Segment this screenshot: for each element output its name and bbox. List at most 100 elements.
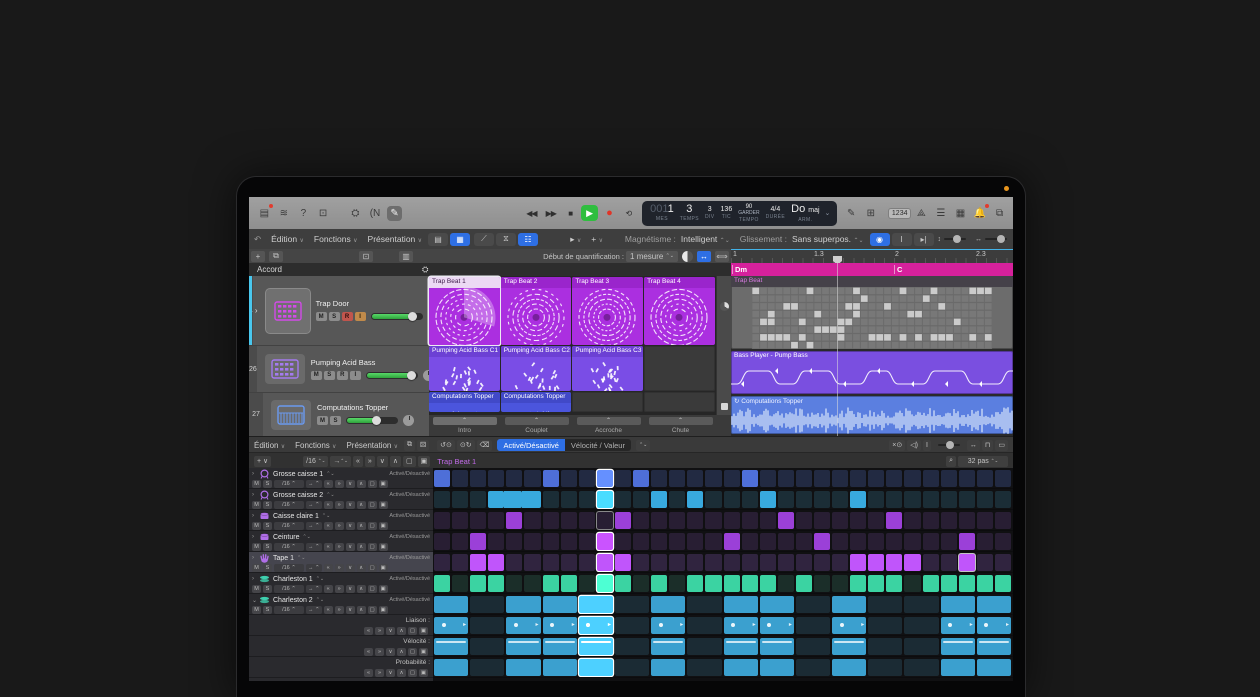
track-button-m[interactable]: M bbox=[317, 416, 328, 425]
step-cell[interactable] bbox=[705, 512, 721, 529]
step-cell[interactable] bbox=[597, 533, 613, 550]
subrow-button[interactable]: ▣ bbox=[419, 648, 428, 656]
row-stepper-icon[interactable]: ⌃⌄ bbox=[297, 555, 305, 561]
step-cell[interactable] bbox=[760, 512, 776, 529]
step-cell[interactable] bbox=[470, 512, 486, 529]
step-cell[interactable] bbox=[687, 638, 721, 655]
step-cell[interactable] bbox=[977, 533, 993, 550]
metronome-icon[interactable]: ⟁ bbox=[913, 206, 929, 221]
row-stepper-icon[interactable]: ⌃⌄ bbox=[322, 513, 330, 519]
step-cell[interactable] bbox=[705, 575, 721, 592]
step-cell[interactable] bbox=[941, 470, 957, 487]
step-cell[interactable] bbox=[651, 596, 685, 613]
step-cell[interactable] bbox=[904, 575, 920, 592]
increment-icon[interactable]: ∧ bbox=[357, 480, 366, 488]
step-cell[interactable] bbox=[724, 512, 740, 529]
step-cell[interactable] bbox=[561, 491, 577, 508]
step-cell[interactable] bbox=[615, 512, 631, 529]
step-cell[interactable] bbox=[434, 575, 450, 592]
step-cell[interactable] bbox=[796, 638, 830, 655]
loop-cell[interactable]: Pumping Acid Bass C3 bbox=[572, 346, 643, 391]
seq-row-header-grosse-caisse-1[interactable]: ›Grosse caisse 1⌃⌄Activé/DésactivéMS/16 … bbox=[249, 468, 433, 489]
empty-cell[interactable] bbox=[644, 346, 715, 391]
step-cell[interactable] bbox=[923, 512, 939, 529]
add-track-button[interactable]: + bbox=[251, 251, 265, 262]
step-cell[interactable] bbox=[832, 554, 848, 571]
track-header-computations-topper[interactable]: 27Computations TopperMS bbox=[249, 393, 429, 437]
step-cell[interactable] bbox=[470, 470, 486, 487]
step-cell[interactable] bbox=[506, 470, 522, 487]
step-cell[interactable] bbox=[488, 470, 504, 487]
capture-icon[interactable]: ☷ bbox=[518, 233, 538, 246]
step-cell[interactable] bbox=[832, 596, 866, 613]
step-cell[interactable] bbox=[452, 512, 468, 529]
row-stepper-icon[interactable]: ⌃⌄ bbox=[316, 576, 324, 582]
step-cell[interactable] bbox=[796, 512, 812, 529]
step-cell[interactable] bbox=[832, 491, 848, 508]
mode-on-off[interactable]: Activé/Désactivé bbox=[497, 439, 564, 451]
step-cell[interactable] bbox=[923, 470, 939, 487]
rotate-left-icon[interactable]: « bbox=[324, 480, 333, 488]
seq-zoom-slider[interactable] bbox=[935, 444, 963, 446]
step-cell[interactable] bbox=[524, 470, 540, 487]
step-cell[interactable] bbox=[506, 659, 540, 676]
step-cell[interactable] bbox=[615, 596, 649, 613]
divider-grab-icon[interactable]: ⟺ bbox=[715, 251, 729, 262]
step-cell[interactable]: ▸ bbox=[724, 617, 758, 634]
step-cell[interactable] bbox=[687, 491, 703, 508]
row-rate-select[interactable]: /16 ⌃ bbox=[274, 606, 304, 614]
rotate-left-icon[interactable]: « bbox=[324, 564, 333, 572]
step-cell[interactable] bbox=[522, 491, 540, 508]
step-cell[interactable] bbox=[470, 554, 486, 571]
step-cell[interactable] bbox=[778, 512, 794, 529]
step-cell[interactable] bbox=[886, 554, 902, 571]
row-solo-button[interactable]: S bbox=[263, 501, 272, 509]
step-cell[interactable] bbox=[724, 491, 740, 508]
undo-icon[interactable]: ↶ bbox=[254, 234, 261, 245]
step-cell[interactable] bbox=[959, 491, 975, 508]
step-cell[interactable] bbox=[850, 491, 866, 508]
rotate-left-icon[interactable]: « bbox=[324, 543, 333, 551]
step-cell[interactable] bbox=[796, 554, 812, 571]
step-cell[interactable] bbox=[543, 470, 559, 487]
seq-randomize-icon[interactable]: ⚄ bbox=[417, 440, 429, 451]
step-cell[interactable] bbox=[470, 617, 504, 634]
rate-select[interactable]: /16 ⌃⌄ bbox=[303, 456, 328, 467]
row-mute-button[interactable]: M bbox=[252, 606, 261, 614]
grid-divider-icon[interactable]: ▥ bbox=[399, 251, 413, 262]
subrow-button[interactable]: ∨ bbox=[386, 669, 395, 677]
step-cell[interactable] bbox=[868, 491, 884, 508]
step-cell[interactable] bbox=[904, 533, 920, 550]
loop-cell[interactable]: Pumping Acid Bass C2 bbox=[501, 346, 572, 391]
mode-velocity[interactable]: Vélocité / Valeur bbox=[565, 439, 631, 451]
step-cell[interactable] bbox=[524, 533, 540, 550]
subrow-button[interactable]: » bbox=[375, 627, 384, 635]
row-direction-select[interactable]: → ⌃ bbox=[306, 522, 322, 530]
step-cell[interactable] bbox=[633, 533, 649, 550]
rotate-right-icon[interactable]: » bbox=[335, 606, 344, 614]
step-cell[interactable] bbox=[651, 659, 685, 676]
mode-stepper[interactable]: ⌃⌄ bbox=[636, 440, 650, 451]
step-cell[interactable] bbox=[904, 554, 920, 571]
rotate-right-icon[interactable]: » bbox=[335, 480, 344, 488]
subrow-button[interactable]: ▢ bbox=[408, 669, 417, 677]
scene-trigger-button[interactable]: ⌃ bbox=[433, 417, 497, 425]
seq-row-header-tape-1[interactable]: ›Tape 1⌃⌄Activé/DésactivéMS/16 ⌃→ ⌃«»∨∧▢… bbox=[249, 552, 433, 573]
step-cell[interactable] bbox=[705, 533, 721, 550]
subrow-button[interactable]: « bbox=[364, 627, 373, 635]
step-cell[interactable] bbox=[705, 491, 721, 508]
library-icon[interactable]: ▤ bbox=[257, 206, 273, 221]
row-rate-select[interactable]: /16 ⌃ bbox=[274, 585, 304, 593]
step-cell[interactable] bbox=[995, 491, 1011, 508]
step-cell[interactable]: ▸ bbox=[760, 617, 794, 634]
step-cell[interactable] bbox=[814, 470, 830, 487]
step-cell[interactable] bbox=[561, 470, 577, 487]
rotate-right-icon[interactable]: » bbox=[335, 543, 344, 551]
region-bass-player[interactable]: Bass Player - Pump Bass bbox=[731, 351, 1013, 394]
step-cell[interactable]: ▸ bbox=[434, 617, 468, 634]
step-cell[interactable] bbox=[886, 470, 902, 487]
step-cell[interactable] bbox=[796, 659, 830, 676]
step-cell[interactable] bbox=[850, 470, 866, 487]
row-solo-button[interactable]: S bbox=[263, 585, 272, 593]
step-cell[interactable] bbox=[434, 554, 450, 571]
